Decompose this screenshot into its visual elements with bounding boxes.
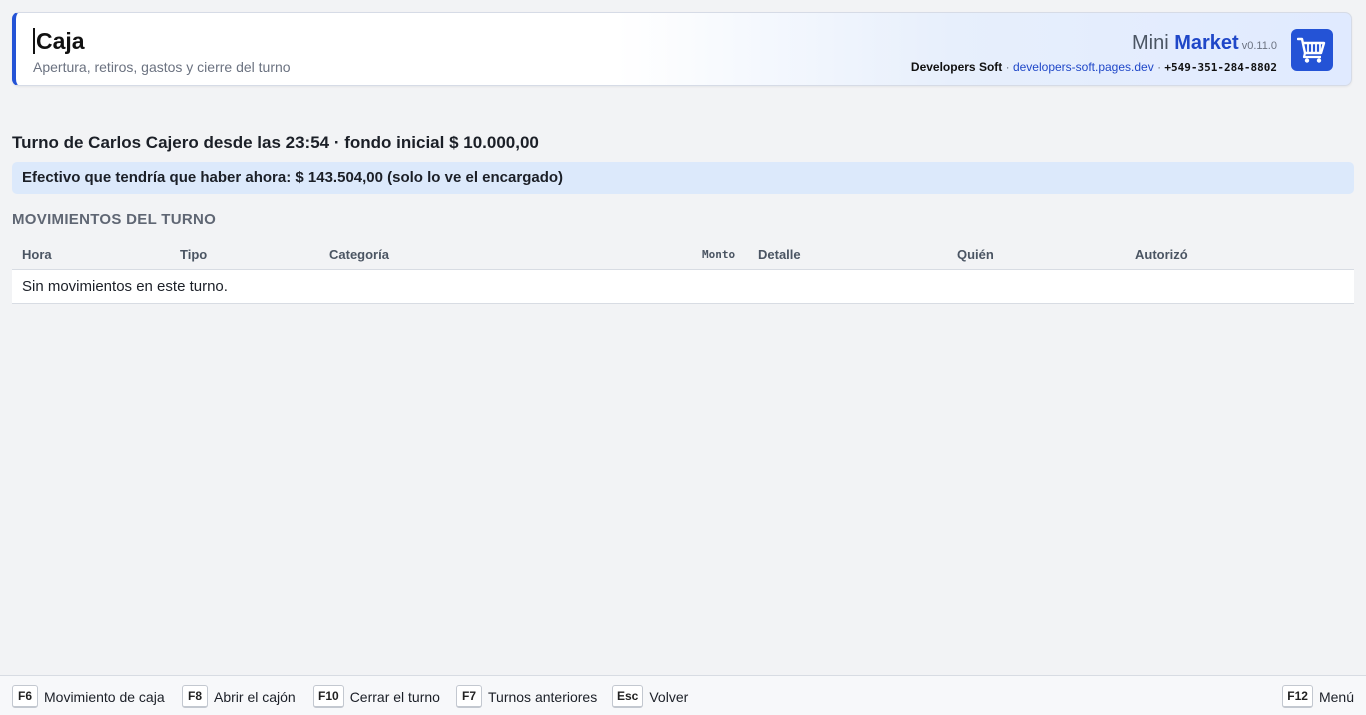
column-header-tipo: Tipo: [180, 247, 208, 262]
column-header-quien: Quién: [957, 247, 994, 262]
shopping-cart-icon: [1291, 29, 1333, 71]
app-header: Caja Apertura, retiros, gastos y cierre …: [12, 12, 1352, 86]
shortcut-cerrar-turno[interactable]: F10 Cerrar el turno: [313, 685, 440, 708]
shortcut-label: Volver: [649, 688, 689, 705]
shortcut-label: Abrir el cajón: [214, 688, 296, 705]
shortcut-movimiento-caja[interactable]: F6 Movimiento de caja: [12, 685, 165, 708]
company-name: Developers Soft: [910, 60, 1003, 74]
key-f8: F8: [182, 685, 208, 708]
page-subtitle: Apertura, retiros, gastos y cierre del t…: [33, 59, 291, 75]
column-header-hora: Hora: [22, 247, 52, 262]
phone-number: +549-351-284-8802: [1164, 61, 1277, 74]
brand-block: Mini Market v0.11.0 Developers Soft · dev…: [911, 31, 1277, 76]
shortcut-label: Movimiento de caja: [44, 688, 165, 705]
column-header-detalle: Detalle: [758, 247, 801, 262]
shortcut-volver[interactable]: Esc Volver: [612, 685, 688, 708]
column-header-autorizo: Autorizó: [1135, 247, 1188, 262]
movements-table: Hora Tipo Categoría Monto Detalle Quién …: [12, 240, 1354, 304]
empty-table-message: Sin movimientos en este turno.: [12, 270, 1354, 304]
separator: ·: [1157, 60, 1162, 74]
column-header-categoria: Categoría: [329, 247, 389, 262]
shortcut-turnos-anteriores[interactable]: F7 Turnos anteriores: [456, 685, 597, 708]
key-esc: Esc: [612, 685, 644, 708]
brand-contact: Developers Soft · developers-soft.pages.…: [911, 59, 1277, 76]
shortcut-bar: F6 Movimiento de caja F8 Abrir el cajón …: [0, 675, 1366, 715]
key-f12: F12: [1282, 685, 1313, 708]
website-link[interactable]: developers-soft.pages.dev: [1013, 60, 1154, 74]
expected-cash-banner: Efectivo que tendría que haber ahora: $ …: [12, 162, 1354, 194]
shortcut-abrir-cajon[interactable]: F8 Abrir el cajón: [182, 685, 296, 708]
separator: ·: [1005, 60, 1010, 74]
column-header-monto: Monto: [702, 248, 736, 261]
movements-section-title: MOVIMIENTOS DEL TURNO: [12, 211, 217, 228]
shift-info: Turno de Carlos Cajero desde las 23:54 ·…: [12, 133, 539, 152]
shortcut-label: Menú: [1318, 688, 1354, 705]
key-f10: F10: [313, 685, 344, 708]
brand-strong: Market: [1174, 32, 1239, 54]
key-f6: F6: [12, 685, 38, 708]
brand-name: Mini Market v0.11.0: [911, 31, 1277, 58]
table-header: Hora Tipo Categoría Monto Detalle Quién …: [12, 240, 1354, 270]
shortcut-label: Cerrar el turno: [349, 688, 440, 705]
brand-prefix: Mini: [1132, 32, 1169, 54]
shortcut-menu[interactable]: F12 Menú: [1282, 685, 1354, 708]
app-version: v0.11.0: [1241, 40, 1277, 52]
key-f7: F7: [456, 685, 482, 708]
shortcut-label: Turnos anteriores: [488, 688, 598, 705]
page-title: Caja: [33, 28, 85, 54]
